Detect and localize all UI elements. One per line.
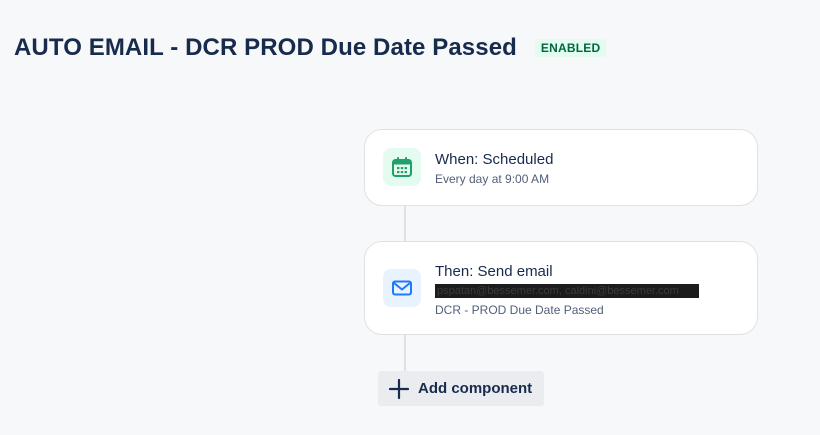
trigger-card[interactable]: When: Scheduled Every day at 9:00 AM: [364, 129, 758, 206]
mail-icon: [383, 269, 421, 307]
status-badge: ENABLED: [534, 39, 607, 57]
add-component-label: Add component: [418, 380, 533, 397]
action-title: Then: Send email: [435, 263, 553, 280]
page-title: AUTO EMAIL - DCR PROD Due Date Passed: [14, 34, 517, 61]
action-card[interactable]: Then: Send email pspatan@bessemer.com, c…: [364, 241, 758, 335]
flow-connector-line: [404, 205, 406, 242]
trigger-schedule: Every day at 9:00 AM: [435, 172, 550, 186]
add-component-button[interactable]: Add component: [378, 371, 545, 406]
rule-header: AUTO EMAIL - DCR PROD Due Date Passed EN…: [14, 34, 607, 62]
trigger-title: When: Scheduled: [435, 151, 554, 168]
email-recipients-redacted: pspatan@bessemer.com, caldini@bessemer.c…: [435, 284, 699, 298]
plus-icon: [388, 378, 410, 400]
email-subject: DCR - PROD Due Date Passed: [435, 303, 604, 317]
flow-connector-line: [404, 334, 406, 371]
calendar-icon: [383, 148, 421, 186]
